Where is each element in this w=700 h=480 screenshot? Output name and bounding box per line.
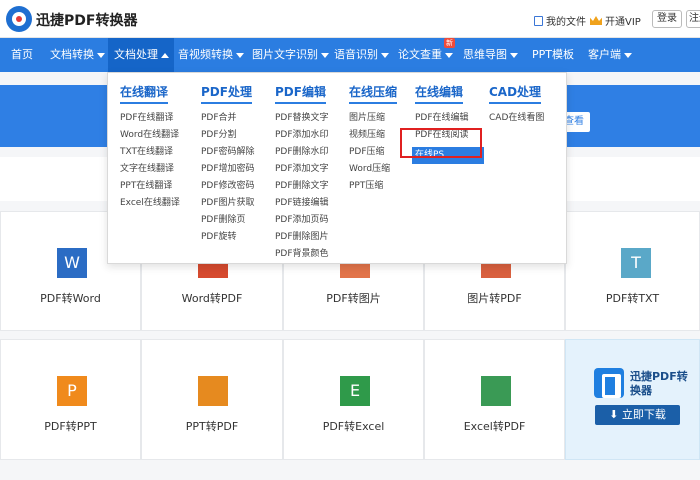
menu-item[interactable]: Excel在线翻译	[120, 195, 180, 212]
menu-item[interactable]: PPT在线翻译	[120, 178, 180, 195]
menu-item[interactable]: PDF修改密码	[201, 178, 255, 195]
nav-ocr[interactable]: 图片文字识别	[252, 38, 329, 72]
highlight-box	[400, 128, 482, 158]
nav-ppt-template[interactable]: PPT模板	[532, 38, 574, 72]
menu-item[interactable]: PDF删除页	[201, 212, 255, 229]
menu-item[interactable]: Word压缩	[349, 161, 397, 178]
menu-item[interactable]: PDF在线编辑	[415, 110, 484, 127]
menu-item[interactable]: 视频压缩	[349, 127, 397, 144]
column-head: CAD处理	[489, 83, 542, 104]
my-files-label: 我的文件	[546, 17, 586, 28]
card-pdf-to-ppt[interactable]: P PDF转PPT	[0, 339, 141, 460]
app-logo-icon	[594, 368, 624, 398]
menu-item[interactable]: PDF添加水印	[275, 127, 329, 144]
column-head: 在线压缩	[349, 83, 398, 104]
menu-item[interactable]: Word在线翻译	[120, 127, 180, 144]
download-button[interactable]: ⬇ 立即下载	[595, 405, 680, 425]
menu-item[interactable]: PDF替换文字	[275, 110, 329, 127]
chevron-down-icon	[381, 52, 389, 58]
logo-text[interactable]: 迅捷PDF转换器	[36, 10, 137, 30]
menu-item[interactable]: 图片压缩	[349, 110, 397, 127]
logo-icon[interactable]	[6, 6, 32, 32]
menu-item[interactable]: PDF压缩	[349, 144, 397, 161]
excel-icon	[481, 376, 511, 406]
ppt-icon	[198, 376, 228, 406]
menu-item[interactable]: CAD在线看图	[489, 110, 544, 127]
menu-item[interactable]: 文字在线翻译	[120, 161, 180, 178]
chevron-down-icon	[445, 52, 453, 58]
menu-item[interactable]: PDF删除图片	[275, 229, 329, 246]
nav-doc-process[interactable]: 文档处理	[108, 38, 174, 72]
menu-item[interactable]: PPT压缩	[349, 178, 397, 195]
login-button[interactable]: 登录	[652, 10, 682, 28]
nav-av-convert[interactable]: 音视频转换	[178, 38, 244, 72]
menu-item[interactable]: PDF删除水印	[275, 144, 329, 161]
menu-item[interactable]: PDF分割	[201, 127, 255, 144]
column-cad: CAD处理 CAD在线看图	[489, 83, 544, 127]
promo-app-name: 迅捷PDF转换器	[630, 370, 688, 397]
menu-item[interactable]: PDF添加文字	[275, 161, 329, 178]
chevron-up-icon	[161, 52, 169, 58]
my-files-link[interactable]: 我的文件	[534, 13, 586, 28]
chevron-down-icon	[624, 52, 632, 58]
nav-speech[interactable]: 语音识别	[334, 38, 389, 72]
menu-item[interactable]: PDF合并	[201, 110, 255, 127]
register-button[interactable]: 注册	[686, 10, 700, 28]
menu-item[interactable]: TXT在线翻译	[120, 144, 180, 161]
card-pdf-to-excel[interactable]: E PDF转Excel	[283, 339, 424, 460]
chevron-down-icon	[510, 52, 518, 58]
file-icon	[534, 15, 543, 26]
new-badge: 新	[444, 38, 455, 48]
nav-doc-convert[interactable]: 文档转换	[50, 38, 105, 72]
menu-item[interactable]: PDF增加密码	[201, 161, 255, 178]
column-head: 在线编辑	[415, 83, 464, 104]
menu-item[interactable]: PDF旋转	[201, 229, 255, 246]
excel-icon: E	[340, 376, 370, 406]
chevron-down-icon	[97, 52, 105, 58]
card-pdf-to-txt[interactable]: T PDF转TXT	[565, 211, 700, 331]
word-icon: W	[57, 248, 87, 278]
chevron-down-icon	[236, 52, 244, 58]
column-head: PDF处理	[201, 83, 252, 104]
card-excel-to-pdf[interactable]: Excel转PDF	[424, 339, 565, 460]
card-ppt-to-pdf[interactable]: PPT转PDF	[141, 339, 283, 460]
nav-client[interactable]: 客户端	[588, 38, 632, 72]
download-promo: 迅捷PDF转换器 ⬇ 立即下载	[565, 339, 700, 460]
doc-process-dropdown: 在线翻译 PDF在线翻译 Word在线翻译 TXT在线翻译 文字在线翻译 PPT…	[107, 72, 567, 264]
column-head: 在线翻译	[120, 83, 169, 104]
main-nav: 首页 文档转换 文档处理 音视频转换 图片文字识别 语音识别 论文查重 思维导图…	[0, 38, 700, 72]
menu-item[interactable]: PDF背景颜色	[275, 246, 329, 263]
column-translate: 在线翻译 PDF在线翻译 Word在线翻译 TXT在线翻译 文字在线翻译 PPT…	[120, 83, 180, 212]
menu-item[interactable]: PDF图片获取	[201, 195, 255, 212]
chevron-down-icon	[321, 52, 329, 58]
menu-item[interactable]: PDF删除文字	[275, 178, 329, 195]
open-vip-link[interactable]: 开通VIP	[590, 13, 641, 28]
top-header: 迅捷PDF转换器 我的文件 开通VIP 登录 注册	[0, 0, 700, 38]
nav-home[interactable]: 首页	[0, 38, 44, 72]
menu-item[interactable]: PDF添加页码	[275, 212, 329, 229]
column-pdf-process: PDF处理 PDF合并 PDF分割 PDF密码解除 PDF增加密码 PDF修改密…	[201, 83, 255, 246]
ppt-icon: P	[57, 376, 87, 406]
nav-mindmap[interactable]: 思维导图	[463, 38, 518, 72]
menu-item[interactable]: PDF密码解除	[201, 144, 255, 161]
crown-icon	[590, 16, 602, 25]
txt-icon: T	[621, 248, 651, 278]
menu-item[interactable]: PDF在线翻译	[120, 110, 180, 127]
column-pdf-edit: PDF编辑 PDF替换文字 PDF添加水印 PDF删除水印 PDF添加文字 PD…	[275, 83, 329, 263]
column-compress: 在线压缩 图片压缩 视频压缩 PDF压缩 Word压缩 PPT压缩	[349, 83, 398, 195]
menu-item[interactable]: PDF链接编辑	[275, 195, 329, 212]
open-vip-label: 开通VIP	[605, 17, 641, 28]
column-head: PDF编辑	[275, 83, 326, 104]
